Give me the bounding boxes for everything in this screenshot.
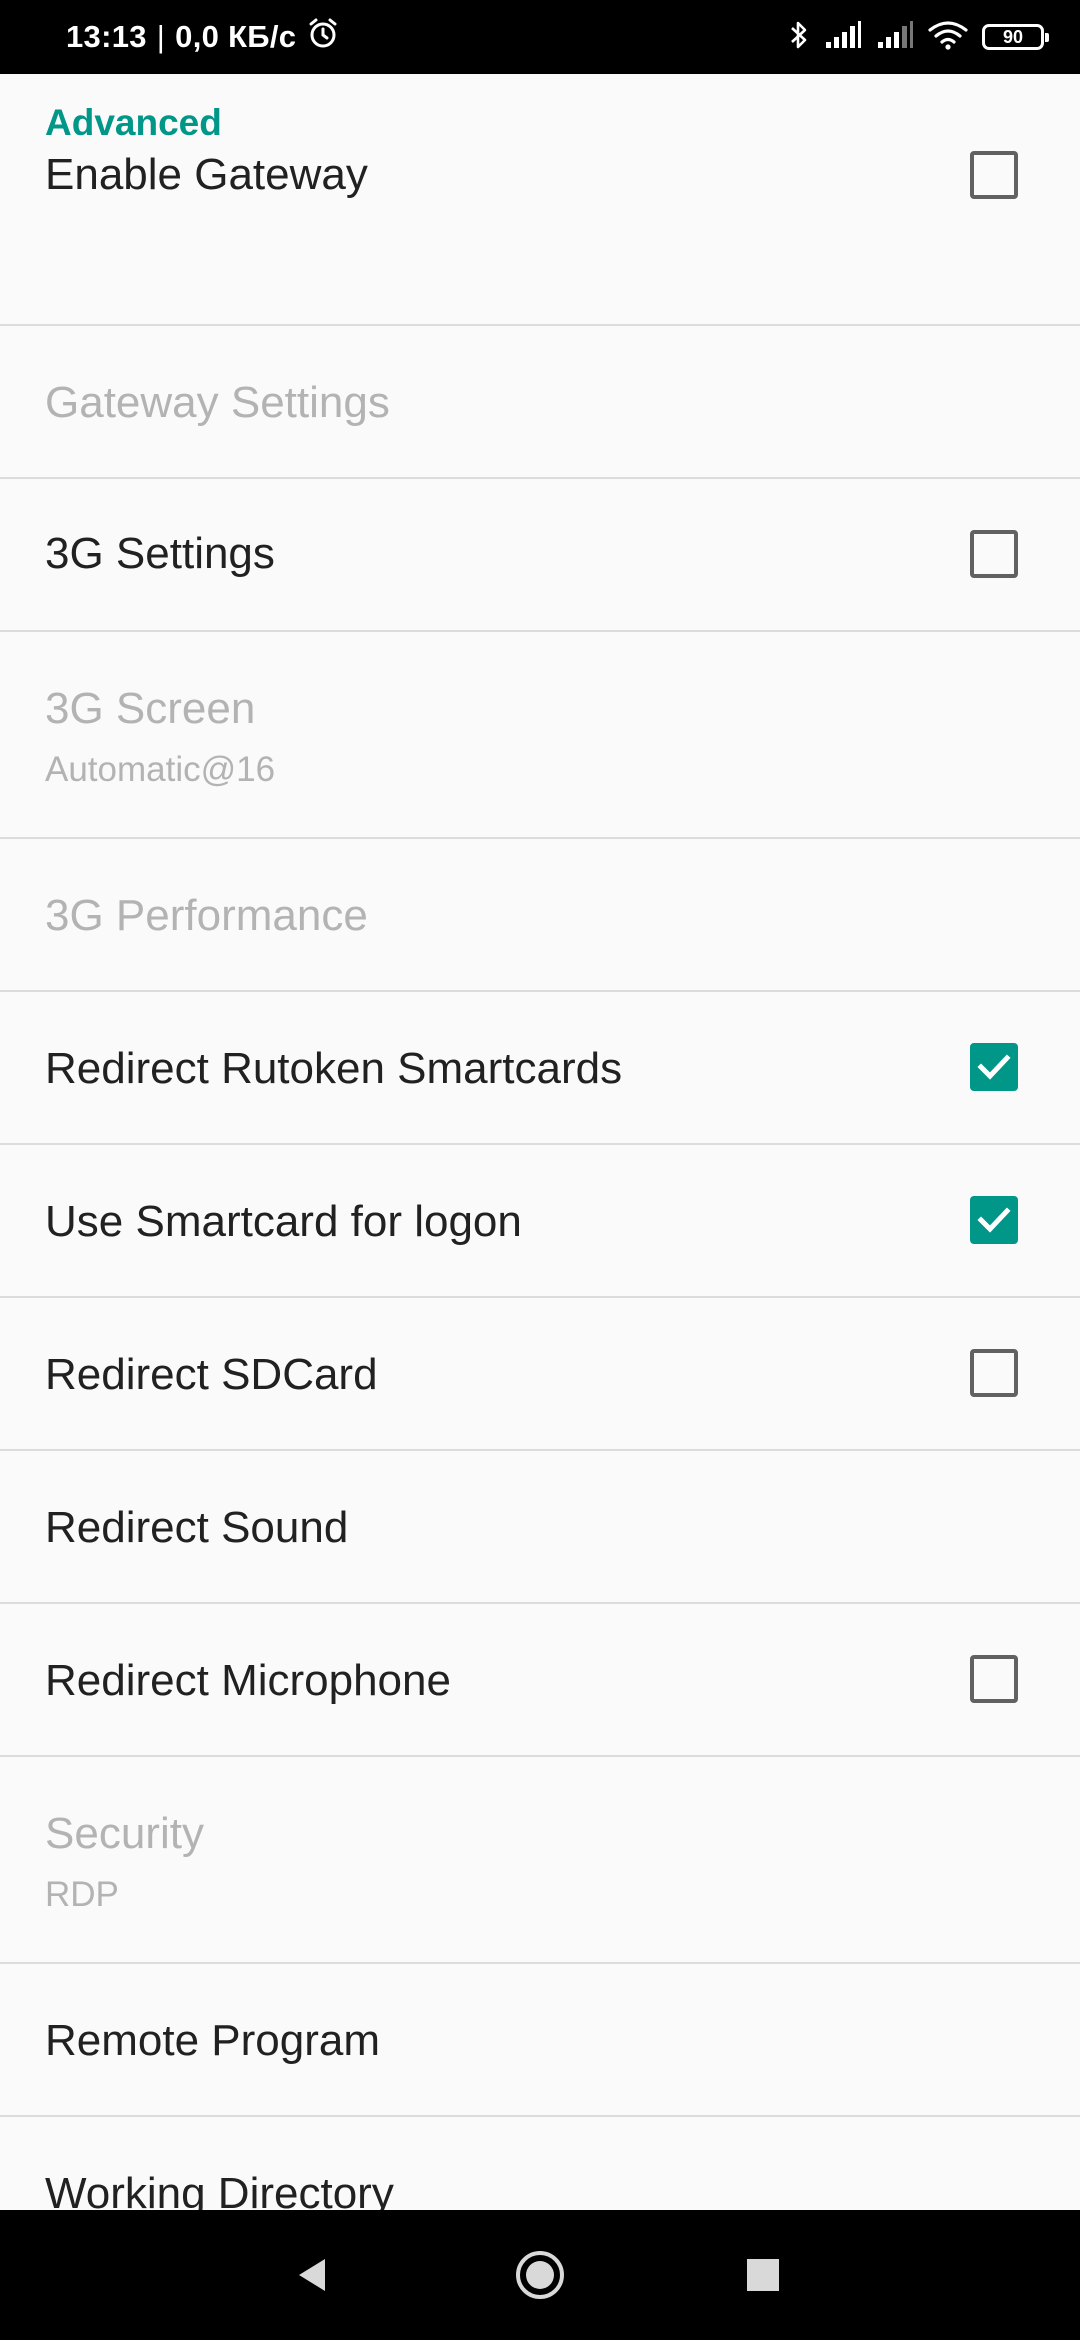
pref-3g-performance: 3G Performance: [0, 839, 1080, 992]
pref-summary: Automatic@16: [45, 750, 276, 789]
pref-working-directory[interactable]: Working Directory: [0, 2117, 1080, 2211]
pref-title: Redirect SDCard: [45, 1350, 378, 1399]
home-icon: [516, 2251, 564, 2299]
pref-title: Enable Gateway: [45, 150, 368, 199]
status-time: 13:13: [66, 19, 147, 54]
recents-icon: [747, 2259, 779, 2291]
redirect-sdcard-checkbox[interactable]: [970, 1349, 1018, 1397]
3g-settings-checkbox[interactable]: [970, 530, 1018, 578]
status-bar: 13:13 | 0,0 КБ/с 90: [0, 0, 1080, 74]
pref-3g-screen: 3G Screen Automatic@16: [0, 632, 1080, 839]
alarm-icon: [306, 16, 340, 58]
home-button[interactable]: [480, 2210, 600, 2340]
check-icon: [977, 1207, 1011, 1233]
pref-redirect-sound[interactable]: Redirect Sound: [0, 1451, 1080, 1604]
pref-remote-program[interactable]: Remote Program: [0, 1964, 1080, 2117]
battery-level: 90: [1002, 26, 1024, 47]
pref-title: Redirect Rutoken Smartcards: [45, 1044, 623, 1093]
pref-title: Remote Program: [45, 2016, 381, 2065]
category-title: Advanced: [45, 102, 222, 143]
status-left: 13:13 | 0,0 КБ/с: [66, 0, 340, 74]
redirect-microphone-checkbox[interactable]: [970, 1655, 1018, 1703]
pref-title: Gateway Settings: [45, 378, 390, 427]
check-icon: [977, 1054, 1011, 1080]
pref-title: 3G Performance: [45, 891, 368, 940]
bluetooth-icon: [788, 18, 810, 57]
settings-list: Advanced Enable Gateway Gateway Settings…: [0, 74, 1080, 2210]
pref-title: Redirect Sound: [45, 1503, 349, 1552]
pref-summary: RDP: [45, 1875, 119, 1914]
wifi-icon: [928, 20, 968, 55]
pref-title: 3G Screen: [45, 684, 256, 733]
pref-gateway-settings: Gateway Settings: [0, 326, 1080, 479]
redirect-rutoken-checkbox[interactable]: [970, 1043, 1018, 1091]
category-header-advanced: Advanced: [0, 74, 1080, 148]
pref-title: Security: [45, 1809, 204, 1858]
pref-redirect-rutoken-smartcards[interactable]: Redirect Rutoken Smartcards: [0, 992, 1080, 1145]
back-button[interactable]: [253, 2210, 373, 2340]
pref-enable-gateway[interactable]: Enable Gateway: [0, 148, 1080, 326]
signal-icon: [876, 20, 914, 55]
status-right: 90: [788, 0, 1049, 74]
network-speed: 0,0 КБ/с: [175, 19, 297, 54]
pref-3g-settings[interactable]: 3G Settings: [0, 479, 1080, 632]
pref-redirect-microphone[interactable]: Redirect Microphone: [0, 1604, 1080, 1757]
pref-security: Security RDP: [0, 1757, 1080, 1964]
pref-redirect-sdcard[interactable]: Redirect SDCard: [0, 1298, 1080, 1451]
battery-icon: 90: [982, 24, 1049, 50]
pref-title: 3G Settings: [45, 529, 275, 578]
pref-use-smartcard-logon[interactable]: Use Smartcard for logon: [0, 1145, 1080, 1298]
status-separator: |: [156, 19, 166, 54]
navigation-bar: [0, 2210, 1080, 2340]
pref-title: Use Smartcard for logon: [45, 1197, 522, 1246]
signal-icon: [824, 20, 862, 55]
recents-button[interactable]: [703, 2210, 823, 2340]
back-icon: [299, 2259, 325, 2291]
use-smartcard-checkbox[interactable]: [970, 1196, 1018, 1244]
pref-title: Redirect Microphone: [45, 1656, 451, 1705]
enable-gateway-checkbox[interactable]: [970, 151, 1018, 199]
pref-title: Working Directory: [45, 2169, 394, 2211]
